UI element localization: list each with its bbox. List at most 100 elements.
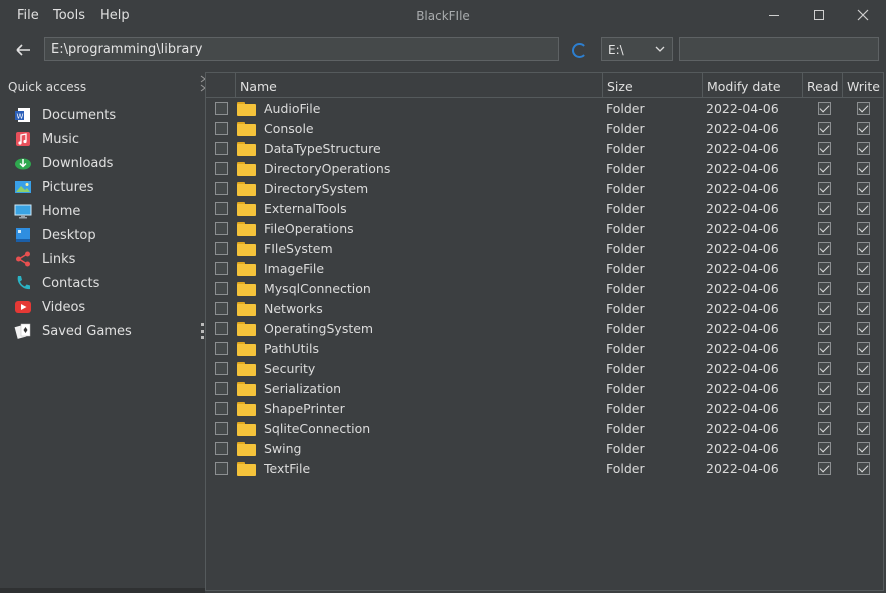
drive-select[interactable]: E:\ [601,37,673,61]
read-permission-checkbox[interactable] [818,302,831,315]
read-permission-checkbox[interactable] [818,242,831,255]
sidebar-item-documents[interactable]: W Documents [14,104,116,126]
table-row[interactable]: MysqlConnection Folder 2022-04-06 [206,279,883,299]
read-permission-checkbox[interactable] [818,322,831,335]
row-select-checkbox[interactable] [215,302,228,315]
maximize-button[interactable] [799,0,839,30]
sidebar-item-home[interactable]: Home [14,200,80,222]
header-name[interactable]: Name [236,73,603,98]
table-row[interactable]: OperatingSystem Folder 2022-04-06 [206,319,883,339]
read-permission-checkbox[interactable] [818,122,831,135]
read-permission-checkbox[interactable] [818,182,831,195]
header-size[interactable]: Size [603,73,703,98]
table-row[interactable]: ShapePrinter Folder 2022-04-06 [206,399,883,419]
sidebar-item-music[interactable]: Music [14,128,79,150]
read-permission-checkbox[interactable] [818,382,831,395]
write-permission-checkbox[interactable] [857,322,870,335]
row-select-checkbox[interactable] [215,262,228,275]
table-row[interactable]: DataTypeStructure Folder 2022-04-06 [206,139,883,159]
write-permission-checkbox[interactable] [857,162,870,175]
read-permission-checkbox[interactable] [818,222,831,235]
write-permission-checkbox[interactable] [857,362,870,375]
write-permission-checkbox[interactable] [857,282,870,295]
write-permission-checkbox[interactable] [857,242,870,255]
close-button[interactable] [843,0,883,30]
row-select-checkbox[interactable] [215,282,228,295]
table-row[interactable]: FIleSystem Folder 2022-04-06 [206,239,883,259]
sidebar-item-desktop[interactable]: Desktop [14,224,96,246]
table-row[interactable]: SqliteConnection Folder 2022-04-06 [206,419,883,439]
minimize-button[interactable] [754,0,794,30]
write-permission-checkbox[interactable] [857,342,870,355]
table-row[interactable]: FileOperations Folder 2022-04-06 [206,219,883,239]
row-select-checkbox[interactable] [215,242,228,255]
row-select-checkbox[interactable] [215,142,228,155]
path-input[interactable] [44,37,559,61]
header-modify-date[interactable]: Modify date [703,73,803,98]
read-permission-checkbox[interactable] [818,462,831,475]
read-permission-checkbox[interactable] [818,402,831,415]
read-permission-checkbox[interactable] [818,262,831,275]
sidebar-item-saved-games[interactable]: Saved Games [14,320,132,342]
write-permission-checkbox[interactable] [857,222,870,235]
table-row[interactable]: Networks Folder 2022-04-06 [206,299,883,319]
read-permission-checkbox[interactable] [818,142,831,155]
write-permission-checkbox[interactable] [857,202,870,215]
write-permission-checkbox[interactable] [857,102,870,115]
table-row[interactable]: AudioFile Folder 2022-04-06 [206,99,883,119]
write-permission-checkbox[interactable] [857,122,870,135]
row-select-checkbox[interactable] [215,162,228,175]
table-row[interactable]: Swing Folder 2022-04-06 [206,439,883,459]
row-select-checkbox[interactable] [215,382,228,395]
table-row[interactable]: DirectoryOperations Folder 2022-04-06 [206,159,883,179]
table-row[interactable]: Console Folder 2022-04-06 [206,119,883,139]
table-row[interactable]: Serialization Folder 2022-04-06 [206,379,883,399]
sidebar-item-contacts[interactable]: Contacts [14,272,99,294]
write-permission-checkbox[interactable] [857,142,870,155]
read-permission-checkbox[interactable] [818,282,831,295]
row-select-checkbox[interactable] [215,442,228,455]
sidebar-item-videos[interactable]: Videos [14,296,85,318]
file-name: OperatingSystem [264,321,374,336]
row-select-checkbox[interactable] [215,402,228,415]
sidebar-item-downloads[interactable]: Downloads [14,152,113,174]
write-permission-checkbox[interactable] [857,262,870,275]
row-select-checkbox[interactable] [215,222,228,235]
row-select-checkbox[interactable] [215,322,228,335]
read-permission-checkbox[interactable] [818,342,831,355]
table-row[interactable]: ExternalTools Folder 2022-04-06 [206,199,883,219]
header-write[interactable]: Write [843,73,883,98]
sidebar-item-pictures[interactable]: Pictures [14,176,93,198]
row-select-checkbox[interactable] [215,422,228,435]
row-select-checkbox[interactable] [215,182,228,195]
row-select-checkbox[interactable] [215,202,228,215]
row-select-checkbox[interactable] [215,462,228,475]
table-row[interactable]: ImageFile Folder 2022-04-06 [206,259,883,279]
table-row[interactable]: Security Folder 2022-04-06 [206,359,883,379]
read-permission-checkbox[interactable] [818,102,831,115]
row-select-checkbox[interactable] [215,342,228,355]
back-button[interactable] [12,39,34,61]
write-permission-checkbox[interactable] [857,422,870,435]
table-row[interactable]: DirectorySystem Folder 2022-04-06 [206,179,883,199]
header-select-column[interactable] [206,73,236,98]
read-permission-checkbox[interactable] [818,362,831,375]
read-permission-checkbox[interactable] [818,162,831,175]
table-row[interactable]: PathUtils Folder 2022-04-06 [206,339,883,359]
sidebar-item-links[interactable]: Links [14,248,75,270]
header-read[interactable]: Read [803,73,843,98]
write-permission-checkbox[interactable] [857,182,870,195]
row-select-checkbox[interactable] [215,362,228,375]
table-row[interactable]: TextFile Folder 2022-04-06 [206,459,883,479]
write-permission-checkbox[interactable] [857,462,870,475]
write-permission-checkbox[interactable] [857,402,870,415]
write-permission-checkbox[interactable] [857,302,870,315]
read-permission-checkbox[interactable] [818,422,831,435]
write-permission-checkbox[interactable] [857,442,870,455]
write-permission-checkbox[interactable] [857,382,870,395]
row-select-checkbox[interactable] [215,102,228,115]
read-permission-checkbox[interactable] [818,202,831,215]
read-permission-checkbox[interactable] [818,442,831,455]
row-select-checkbox[interactable] [215,122,228,135]
search-input[interactable] [679,37,879,61]
